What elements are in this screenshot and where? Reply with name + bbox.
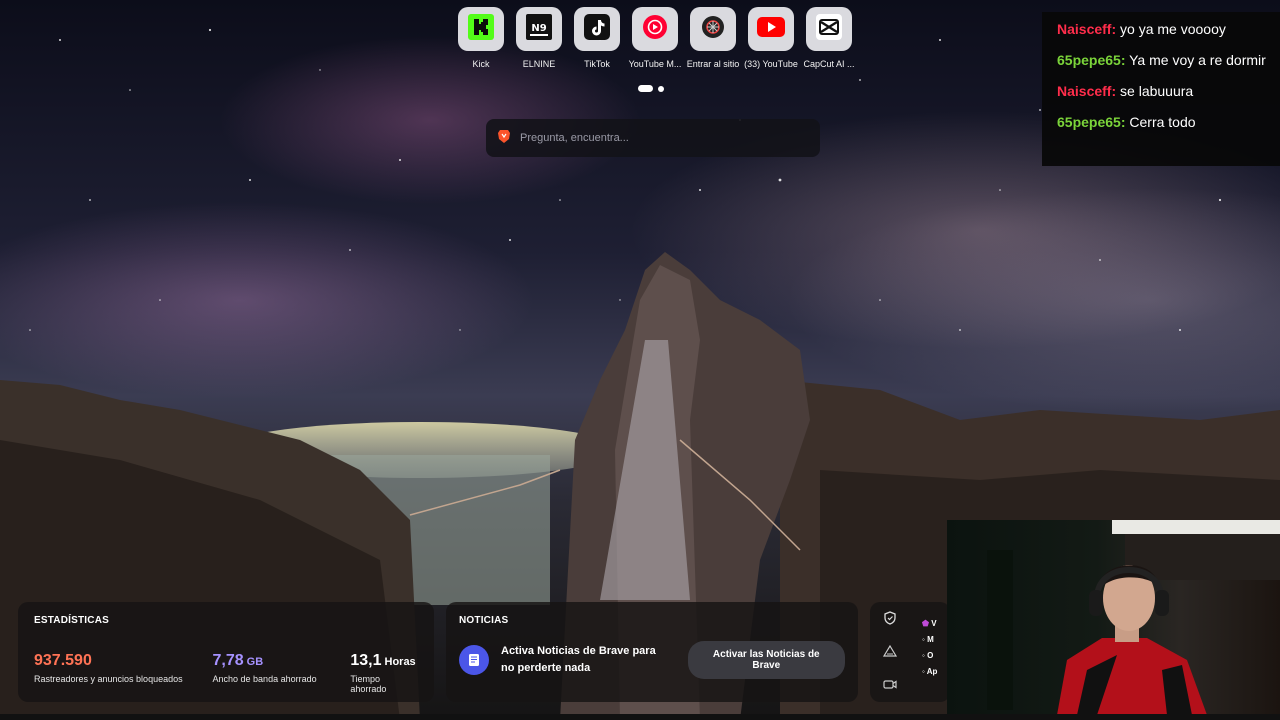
chat-text: se labuuura bbox=[1116, 83, 1194, 99]
capcut-icon bbox=[816, 13, 842, 45]
bandwidth-unit: GB bbox=[246, 656, 264, 668]
top-site-tile: N9 bbox=[516, 7, 562, 51]
time-value: 13,1 bbox=[350, 652, 382, 669]
top-site-label: (33) YouTube bbox=[744, 59, 798, 69]
bandwidth-value: 7,78 bbox=[212, 652, 244, 669]
top-site-youtube[interactable]: (33) YouTube bbox=[742, 7, 800, 69]
stat-time: 13,1 Horas Tiempo ahorrado bbox=[350, 652, 418, 694]
chat-message: 65pepe65: Ya me voy a re dormir bbox=[1057, 52, 1266, 68]
news-body: Activa Noticias de Brave para no perdert… bbox=[459, 641, 845, 679]
top-site-label: ELNINE bbox=[522, 59, 556, 69]
top-site-tile bbox=[690, 7, 736, 51]
side-list: ⬟ V ◦ M ◦ O ◦ Ap bbox=[922, 616, 937, 680]
webcam-streamer-image bbox=[987, 520, 1280, 715]
chat-username: Naisceff bbox=[1057, 83, 1112, 99]
brave-logo-icon bbox=[498, 129, 510, 148]
chat-message: Naisceff: yo ya me vooooy bbox=[1057, 21, 1226, 37]
site-icon bbox=[700, 14, 726, 45]
news-icon bbox=[459, 645, 489, 675]
chat-text: Cerra todo bbox=[1125, 114, 1196, 130]
news-text: Activa Noticias de Brave para no perdert… bbox=[501, 645, 656, 674]
shield-icon[interactable] bbox=[882, 610, 898, 626]
time-unit: Horas bbox=[384, 656, 416, 668]
bandwidth-label: Ancho de banda ahorrado bbox=[212, 674, 317, 684]
video-camera-icon[interactable] bbox=[882, 676, 898, 692]
webcam-overlay bbox=[947, 520, 1280, 715]
stat-bandwidth: 7,78 GB Ancho de banda ahorrado bbox=[213, 652, 351, 694]
top-site-label: Entrar al sitio bbox=[686, 59, 740, 69]
stats-row: 937.590 Rastreadores y anuncios bloquead… bbox=[34, 652, 418, 694]
top-site-label: Kick bbox=[472, 59, 490, 69]
top-site-capcut[interactable]: CapCut AI ... bbox=[800, 7, 858, 69]
top-site-entrar[interactable]: Entrar al sitio bbox=[684, 7, 742, 69]
svg-text:N9: N9 bbox=[531, 23, 546, 34]
stat-trackers: 937.590 Rastreadores y anuncios bloquead… bbox=[34, 652, 213, 694]
time-label: Tiempo ahorrado bbox=[350, 674, 387, 694]
alert-triangle-icon[interactable] bbox=[882, 643, 898, 659]
trackers-label: Rastreadores y anuncios bloqueados bbox=[34, 674, 183, 684]
tiktok-icon bbox=[584, 13, 610, 45]
top-site-tile bbox=[806, 7, 852, 51]
elnine-icon: N9 bbox=[526, 13, 552, 45]
chat-text: Ya me voy a re dormir bbox=[1125, 52, 1266, 68]
side-item: ◦ M bbox=[922, 635, 934, 644]
stream-chat: Naisceff: yo ya me vooooy 65pepe65: Ya m… bbox=[1042, 12, 1280, 166]
top-site-youtube-music[interactable]: YouTube M... bbox=[626, 7, 684, 69]
side-icons bbox=[882, 610, 898, 692]
top-site-tiktok[interactable]: TikTok bbox=[568, 7, 626, 69]
top-site-tile bbox=[748, 7, 794, 51]
top-site-tile bbox=[632, 7, 678, 51]
top-site-label: YouTube M... bbox=[628, 59, 682, 69]
top-site-label: CapCut AI ... bbox=[803, 59, 855, 69]
youtube-icon bbox=[757, 16, 785, 42]
pager-dot[interactable] bbox=[658, 85, 664, 92]
pager-dot-active[interactable] bbox=[638, 85, 653, 92]
chat-text: yo ya me vooooy bbox=[1116, 21, 1226, 37]
top-site-tile bbox=[458, 7, 504, 51]
kick-icon bbox=[468, 13, 494, 45]
stats-card: ESTADÍSTICAS 937.590 Rastreadores y anun… bbox=[18, 602, 434, 702]
search-input[interactable] bbox=[520, 132, 810, 144]
side-panel: ⬟ V ◦ M ◦ O ◦ Ap bbox=[870, 602, 950, 702]
stats-title: ESTADÍSTICAS bbox=[34, 615, 109, 626]
chat-username: Naisceff bbox=[1057, 21, 1112, 37]
trackers-value: 937.590 bbox=[34, 652, 92, 669]
news-card: NOTICIAS Activa Noticias de Brave para n… bbox=[446, 602, 858, 702]
chat-message: Naisceff: se labuuura bbox=[1057, 83, 1194, 99]
top-site-kick[interactable]: Kick bbox=[452, 7, 510, 69]
news-title: NOTICIAS bbox=[459, 615, 509, 626]
side-item: ◦ O bbox=[922, 651, 934, 660]
top-site-tile bbox=[574, 7, 620, 51]
side-title: ⬟ V bbox=[922, 619, 937, 628]
search-box[interactable] bbox=[486, 119, 820, 157]
top-sites-pager bbox=[638, 85, 664, 92]
chat-username: 65pepe65 bbox=[1057, 114, 1121, 130]
youtube-music-icon bbox=[642, 14, 668, 45]
chat-username: 65pepe65 bbox=[1057, 52, 1121, 68]
top-site-elnine[interactable]: N9 ELNINE bbox=[510, 7, 568, 69]
top-site-label: TikTok bbox=[584, 59, 610, 69]
chat-message: 65pepe65: Cerra todo bbox=[1057, 114, 1196, 130]
bottom-strip bbox=[0, 714, 1280, 720]
top-sites-row: Kick N9 ELNINE TikTok YouTube M... Entra… bbox=[452, 7, 858, 69]
side-item: ◦ Ap bbox=[922, 667, 938, 676]
vpn-shield-icon: ⬟ bbox=[922, 619, 929, 628]
activate-news-button[interactable]: Activar las Noticias de Brave bbox=[687, 641, 845, 679]
